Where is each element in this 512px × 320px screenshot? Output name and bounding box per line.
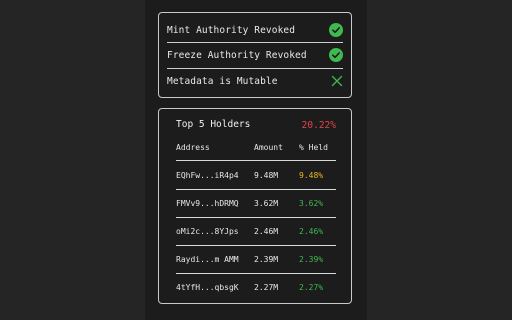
freeze-authority-check: Freeze Authority Revoked xyxy=(167,43,343,67)
check-circle-icon xyxy=(329,48,343,62)
x-icon xyxy=(331,75,343,87)
holder-address: 4tYfH...qbsgK xyxy=(176,283,239,292)
holder-amount: 9.48M xyxy=(254,171,279,180)
top-holders-card: Top 5 Holders 20.22% Address Amount % He… xyxy=(158,108,352,304)
table-row: oMi2c...8YJps 2.46M 2.46% xyxy=(176,222,336,242)
holder-address: oMi2c...8YJps xyxy=(176,227,239,236)
holder-address: EQhFw...iR4p4 xyxy=(176,171,239,180)
column-header-amount: Amount xyxy=(254,143,283,152)
check-label: Mint Authority Revoked xyxy=(167,24,296,36)
divider xyxy=(176,245,336,246)
holders-total-percent: 20.22% xyxy=(301,120,336,131)
holder-amount: 2.46M xyxy=(254,227,279,236)
check-label: Metadata is Mutable xyxy=(167,75,278,87)
holder-percent: 2.39% xyxy=(299,255,324,264)
holder-percent: 9.48% xyxy=(299,171,324,180)
mint-authority-check: Mint Authority Revoked xyxy=(167,18,343,42)
divider xyxy=(176,160,336,161)
holder-amount: 2.27M xyxy=(254,283,279,292)
column-header-address: Address xyxy=(176,143,210,152)
holder-amount: 3.62M xyxy=(254,199,279,208)
holder-amount: 2.39M xyxy=(254,255,279,264)
divider xyxy=(176,217,336,218)
security-checks-card: Mint Authority Revoked Freeze Authority … xyxy=(158,12,352,98)
divider xyxy=(176,189,336,190)
divider xyxy=(176,273,336,274)
column-header-held: % Held xyxy=(299,143,328,152)
holders-title: Top 5 Holders xyxy=(176,119,251,130)
table-row: FMVv9...hDRMQ 3.62M 3.62% xyxy=(176,194,336,214)
holder-percent: 2.27% xyxy=(299,283,324,292)
table-row: EQhFw...iR4p4 9.48M 9.48% xyxy=(176,166,336,186)
check-label: Freeze Authority Revoked xyxy=(167,49,307,61)
metadata-mutable-check: Metadata is Mutable xyxy=(167,69,343,93)
holder-address: Raydi...m AMM xyxy=(176,255,239,264)
holder-percent: 2.46% xyxy=(299,227,324,236)
holder-address: FMVv9...hDRMQ xyxy=(176,199,239,208)
table-row: 4tYfH...qbsgK 2.27M 2.27% xyxy=(176,278,336,298)
table-row: Raydi...m AMM 2.39M 2.39% xyxy=(176,250,336,270)
holder-percent: 3.62% xyxy=(299,199,324,208)
check-circle-icon xyxy=(329,23,343,37)
